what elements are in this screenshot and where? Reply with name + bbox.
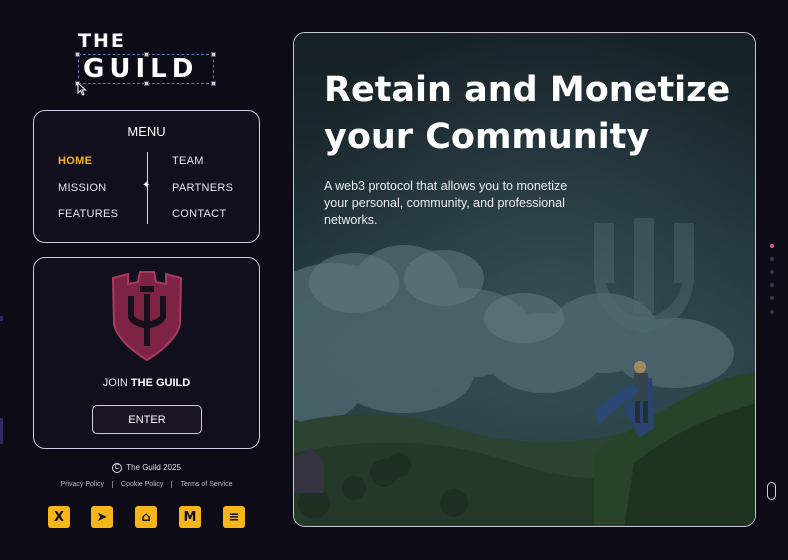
legal-links: Privacy Policy Cookie Policy Terms of Se… <box>33 481 260 488</box>
logo[interactable]: THE GUILD <box>75 30 216 86</box>
hero-title: Retain and Monetize your Community <box>324 70 731 157</box>
menu-item-contact[interactable]: CONTACT <box>172 208 226 220</box>
section-dot-4[interactable] <box>770 283 774 287</box>
medium-icon[interactable]: M <box>179 506 201 528</box>
menu-title: MENU <box>127 124 166 139</box>
sparkle-icon: ✦ <box>142 180 151 191</box>
hero-subtitle: A web3 protocol that allows you to monet… <box>324 179 568 227</box>
scroll-indicator[interactable] <box>767 482 776 500</box>
menu-panel: MENU HOME MISSION FEATURES ✦ TEAM PARTNE… <box>33 110 260 243</box>
resize-handle[interactable] <box>211 52 216 57</box>
menu-item-partners[interactable]: PARTNERS <box>172 182 233 194</box>
section-dot-2[interactable] <box>770 257 774 261</box>
menu-item-mission[interactable]: MISSION <box>58 182 107 194</box>
enter-button[interactable]: ENTER <box>92 405 202 434</box>
join-guild-name: THE GUILD <box>130 377 191 389</box>
copyright-text: The Guild 2025 <box>126 463 181 473</box>
mouse-cursor-icon <box>77 82 87 96</box>
join-panel: JOIN THE GUILD ENTER <box>33 257 260 449</box>
menu-item-features[interactable]: FEATURES <box>58 208 118 220</box>
menu-item-home[interactable]: HOME <box>58 155 92 167</box>
guild-shield-icon <box>111 271 183 362</box>
logo-line-2: GUILD <box>78 54 214 84</box>
join-prefix: JOIN <box>102 377 131 389</box>
hero-card: Retain and Monetize your Community A web… <box>293 32 756 527</box>
section-dot-1[interactable] <box>770 244 774 248</box>
resize-handle[interactable] <box>144 81 149 86</box>
section-dot-3[interactable] <box>770 270 774 274</box>
edge-marker <box>0 418 3 444</box>
privacy-policy-link[interactable]: Privacy Policy <box>52 481 112 488</box>
social-links: X ➤ ⌂ M ≡ <box>48 506 248 528</box>
copyright: C The Guild 2025 <box>33 463 260 473</box>
section-dot-6[interactable] <box>770 310 774 314</box>
x-icon[interactable]: X <box>48 506 70 528</box>
cookie-policy-link[interactable]: Cookie Policy <box>112 481 171 488</box>
github-icon[interactable]: ⌂ <box>135 506 157 528</box>
section-dot-5[interactable] <box>770 296 774 300</box>
join-label: JOIN THE GUILD <box>34 377 259 389</box>
copyright-icon: C <box>112 463 123 473</box>
logo-line-1: THE <box>78 30 126 52</box>
resize-handle[interactable] <box>144 52 149 57</box>
telegram-icon[interactable]: ➤ <box>91 506 113 528</box>
menu-item-team[interactable]: TEAM <box>172 155 204 167</box>
page: THE GUILD MENU HOME MISSION FEATURES ✦ T… <box>0 0 788 560</box>
resize-handle[interactable] <box>211 81 216 86</box>
edge-marker <box>0 316 3 321</box>
terms-of-service-link[interactable]: Terms of Service <box>171 481 240 488</box>
gitbook-icon[interactable]: ≡ <box>223 506 245 528</box>
resize-handle[interactable] <box>75 52 80 57</box>
